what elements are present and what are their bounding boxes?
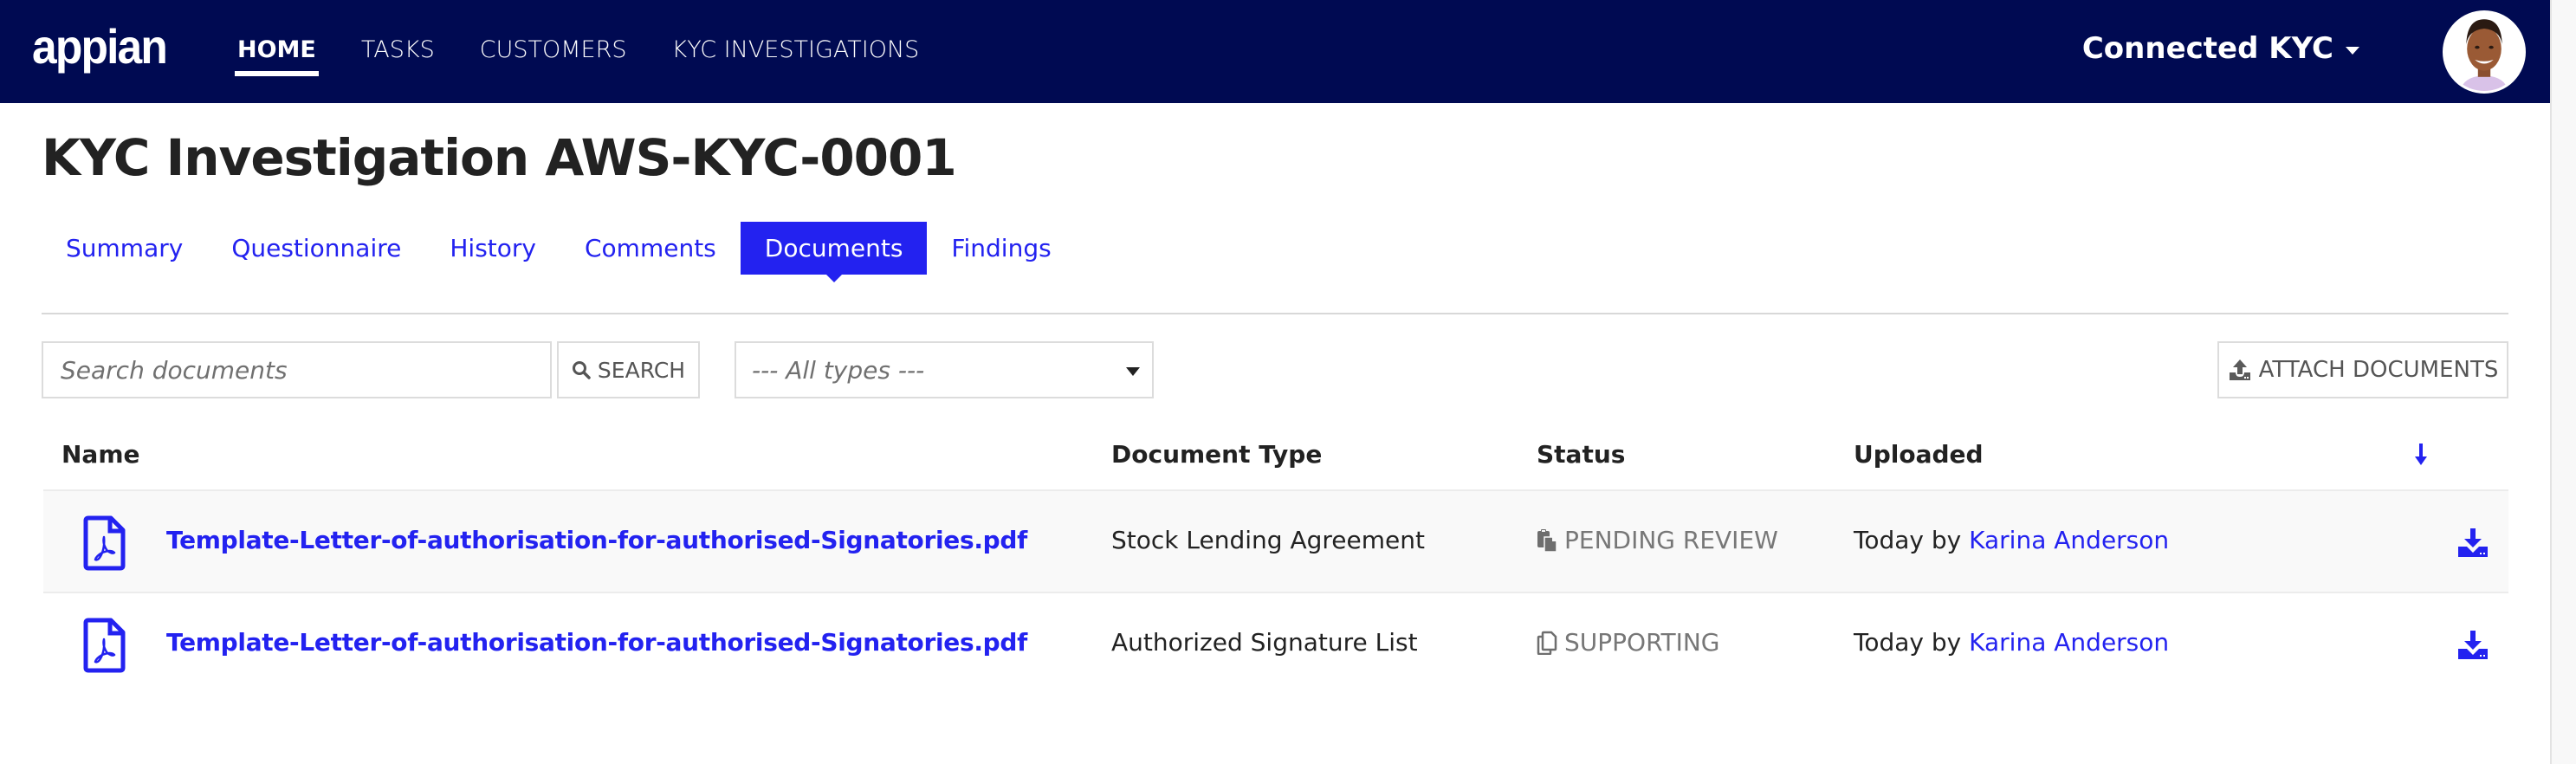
document-link[interactable]: Template-Letter-of-authorisation-for-aut… — [166, 526, 1027, 554]
appian-logo[interactable]: appian — [32, 23, 168, 71]
uploaded-prefix: Today by — [1854, 628, 1962, 657]
record-tabs: Summary Questionnaire History Comments D… — [42, 222, 1076, 282]
nav-kyc-investigations[interactable]: KYC INVESTIGATIONS — [672, 35, 920, 66]
site-menu-label: Connected KYC — [2081, 31, 2333, 66]
tab-documents[interactable]: Documents — [740, 222, 928, 282]
tab-findings[interactable]: Findings — [927, 222, 1075, 275]
search-button-label: SEARCH — [597, 357, 686, 383]
document-link[interactable]: Template-Letter-of-authorisation-for-aut… — [166, 628, 1027, 657]
status-badge: SUPPORTING — [1537, 628, 1720, 657]
uploader-link[interactable]: Karina Anderson — [1969, 526, 2169, 554]
nav-tasks[interactable]: TASKS — [361, 35, 435, 66]
tab-history[interactable]: History — [425, 222, 560, 275]
status-badge: PENDING REVIEW — [1537, 526, 1778, 554]
download-icon[interactable] — [2457, 630, 2489, 664]
status-text: SUPPORTING — [1564, 628, 1720, 657]
attach-documents-button[interactable]: ATTACH DOCUMENTS — [2217, 341, 2508, 398]
uploader-link[interactable]: Karina Anderson — [1969, 628, 2169, 657]
nav-customers[interactable]: CUSTOMERS — [480, 35, 627, 66]
search-icon — [572, 361, 591, 379]
dropdown-caret-icon — [1126, 367, 1140, 376]
tab-summary[interactable]: Summary — [42, 222, 207, 275]
uploaded-prefix: Today by — [1854, 526, 1962, 554]
top-nav-bar: appian HOME TASKS CUSTOMERS KYC INVESTIG… — [0, 0, 2550, 103]
table-row: Template-Letter-of-authorisation-for-aut… — [43, 489, 2508, 593]
user-avatar[interactable] — [2443, 10, 2526, 94]
search-button[interactable]: SEARCH — [557, 341, 700, 398]
search-documents-input[interactable] — [42, 341, 552, 398]
caret-down-icon — [2346, 46, 2359, 55]
column-header-status[interactable]: Status — [1537, 440, 1625, 469]
tab-questionnaire[interactable]: Questionnaire — [207, 222, 425, 275]
document-type: Stock Lending Agreement — [1111, 526, 1425, 554]
document-type: Authorized Signature List — [1111, 628, 1418, 657]
pdf-file-icon — [83, 618, 126, 673]
main-nav: HOME TASKS CUSTOMERS KYC INVESTIGATIONS — [235, 35, 964, 76]
upload-icon — [2229, 359, 2250, 380]
section-divider — [42, 313, 2508, 314]
vertical-scrollbar[interactable] — [2550, 0, 2576, 764]
column-header-document-type[interactable]: Document Type — [1111, 440, 1322, 469]
avatar-photo-icon — [2445, 13, 2523, 91]
nav-home[interactable]: HOME — [235, 35, 319, 76]
copy-icon — [1537, 631, 1557, 655]
table-row: Template-Letter-of-authorisation-for-aut… — [43, 593, 2508, 697]
paste-icon — [1537, 528, 1557, 553]
attach-documents-label: ATTACH DOCUMENTS — [2258, 357, 2499, 383]
uploaded-info: Today by Karina Anderson — [1854, 526, 2169, 554]
uploaded-info: Today by Karina Anderson — [1854, 628, 2169, 657]
sort-arrow-down-icon[interactable] — [2414, 444, 2428, 469]
document-type-selected: --- All types --- — [752, 355, 925, 385]
column-header-name[interactable]: Name — [61, 440, 140, 469]
tab-comments[interactable]: Comments — [560, 222, 741, 275]
status-text: PENDING REVIEW — [1564, 526, 1778, 554]
pdf-file-icon — [83, 515, 126, 571]
page-title: KYC Investigation AWS-KYC-0001 — [42, 128, 957, 187]
site-menu-dropdown[interactable]: Connected KYC — [2082, 31, 2359, 66]
document-type-dropdown[interactable]: --- All types --- — [735, 341, 1154, 398]
download-icon[interactable] — [2457, 528, 2489, 562]
column-header-uploaded[interactable]: Uploaded — [1854, 440, 1984, 469]
